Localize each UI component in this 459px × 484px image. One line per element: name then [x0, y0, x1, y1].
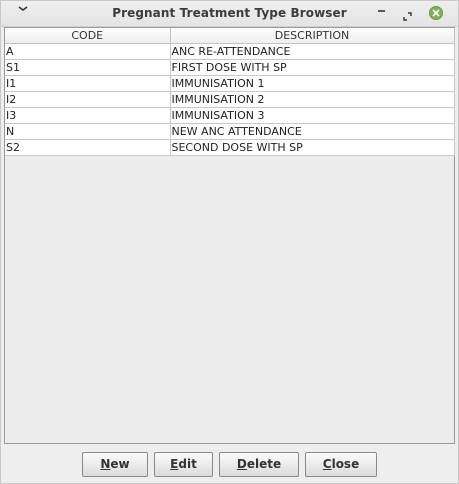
cell-code[interactable]: I1 [5, 75, 171, 92]
table-row[interactable]: N NEW ANC ATTENDANCE [5, 123, 455, 140]
new-button-label: ew [110, 457, 130, 471]
cell-description[interactable]: FIRST DOSE WITH SP [170, 59, 455, 76]
column-header-code[interactable]: CODE [5, 28, 171, 44]
treatment-type-table: CODE DESCRIPTION A ANC RE-ATTENDANCE S1 … [5, 28, 455, 156]
table-row[interactable]: I2 IMMUNISATION 2 [5, 91, 455, 108]
close-button[interactable]: Close [305, 452, 377, 477]
table-row[interactable]: A ANC RE-ATTENDANCE [5, 43, 455, 60]
table-row[interactable]: S1 FIRST DOSE WITH SP [5, 59, 455, 76]
title-bar[interactable]: Pregnant Treatment Type Browser [1, 1, 458, 27]
close-button-label: lose [331, 457, 360, 471]
cell-description[interactable]: IMMUNISATION 2 [170, 91, 455, 108]
cell-description[interactable]: ANC RE-ATTENDANCE [170, 43, 455, 60]
delete-button[interactable]: Delete [219, 452, 299, 477]
window-title: Pregnant Treatment Type Browser [112, 6, 347, 20]
edit-button[interactable]: Edit [154, 452, 213, 477]
cell-code[interactable]: I2 [5, 91, 171, 108]
cell-code[interactable]: S1 [5, 59, 171, 76]
cell-code[interactable]: S2 [5, 139, 171, 156]
close-window-icon[interactable] [429, 6, 443, 20]
cell-description[interactable]: IMMUNISATION 3 [170, 107, 455, 124]
cell-code[interactable]: N [5, 123, 171, 140]
table-header-row: CODE DESCRIPTION [5, 28, 455, 44]
cell-code[interactable]: I3 [5, 107, 171, 124]
minimize-icon[interactable] [376, 5, 388, 19]
cell-description[interactable]: NEW ANC ATTENDANCE [170, 123, 455, 140]
button-bar: New Edit Delete Close [1, 452, 458, 478]
cell-description[interactable]: SECOND DOSE WITH SP [170, 139, 455, 156]
table-row[interactable]: S2 SECOND DOSE WITH SP [5, 139, 455, 156]
cell-code[interactable]: A [5, 43, 171, 60]
delete-button-mnemonic: D [236, 457, 247, 471]
maximize-icon[interactable] [403, 7, 415, 21]
dialog-window: Pregnant Treatment Type Browser CODE DES… [0, 0, 459, 484]
new-button[interactable]: New [82, 452, 148, 477]
edit-button-label: dit [178, 457, 197, 471]
treatment-type-table-scrollpane[interactable]: CODE DESCRIPTION A ANC RE-ATTENDANCE S1 … [4, 27, 455, 444]
table-row[interactable]: I1 IMMUNISATION 1 [5, 75, 455, 92]
close-button-mnemonic: C [322, 457, 332, 471]
new-button-mnemonic: N [100, 457, 111, 471]
column-header-description[interactable]: DESCRIPTION [170, 28, 455, 44]
table-row[interactable]: I3 IMMUNISATION 3 [5, 107, 455, 124]
delete-button-label: elete [246, 457, 282, 471]
cell-description[interactable]: IMMUNISATION 1 [170, 75, 455, 92]
